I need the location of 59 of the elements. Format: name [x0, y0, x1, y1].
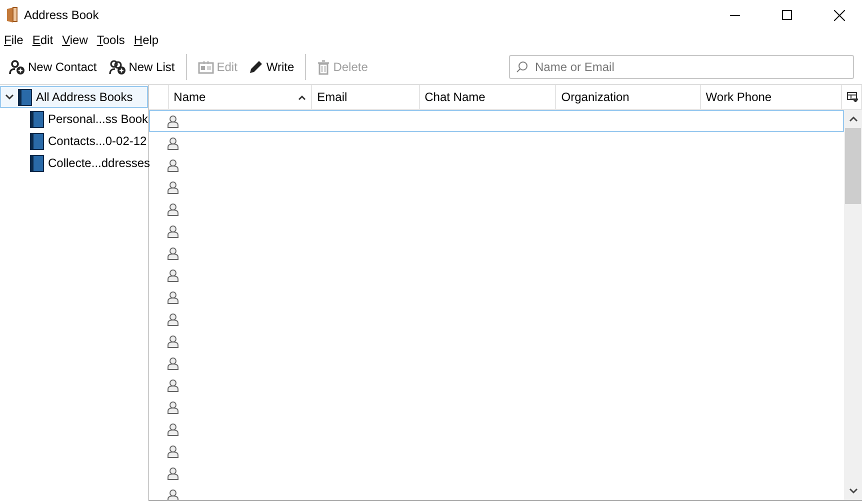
person-icon: [167, 224, 179, 238]
address-book-item[interactable]: Contacts...0-02-12: [0, 130, 148, 152]
search-field[interactable]: Name or Email: [509, 55, 854, 79]
window-title: Address Book: [24, 8, 100, 22]
person-icon: [167, 356, 179, 370]
address-book-item[interactable]: Personal...ss Book: [0, 108, 148, 130]
person-icon: [167, 158, 179, 172]
person-icon: [167, 422, 179, 436]
menu-item[interactable]: Tools: [96, 33, 125, 47]
person-icon: [167, 290, 179, 304]
scrollbar-thumb[interactable]: [845, 128, 861, 204]
pencil-icon: [249, 60, 264, 74]
book-icon: [30, 110, 44, 128]
minimize-icon[interactable]: [730, 14, 740, 16]
column-header[interactable]: Chat Name: [420, 85, 556, 109]
address-book-item[interactable]: All Address Books: [0, 86, 148, 108]
person-icon: [167, 378, 179, 392]
book-icon: [6, 7, 18, 23]
maximize-icon[interactable]: [782, 10, 792, 20]
person-icon: [167, 246, 179, 260]
menu-item[interactable]: Help: [134, 33, 159, 47]
column-header[interactable]: Email: [312, 85, 420, 109]
person-icon: [167, 312, 179, 326]
person-icon: [167, 136, 179, 150]
column-picker-icon[interactable]: [847, 92, 858, 102]
person-icon: [167, 444, 179, 458]
card-icon: [198, 60, 214, 74]
add-group-icon: [108, 60, 126, 74]
scroll-up-icon[interactable]: [848, 116, 858, 122]
search-icon: [516, 61, 528, 73]
contact-row[interactable]: [149, 110, 844, 132]
person-icon: [167, 400, 179, 414]
book-icon: [30, 132, 44, 150]
person-icon: [167, 268, 179, 282]
person-icon: [167, 202, 179, 216]
sort-icon: [298, 94, 306, 100]
column-header[interactable]: Name: [168, 85, 312, 109]
person-icon: [167, 466, 179, 480]
scroll-down-icon[interactable]: [848, 488, 858, 494]
book-icon: [30, 154, 44, 172]
person-icon: [167, 114, 179, 128]
scrollbar[interactable]: [844, 110, 862, 500]
address-book-item[interactable]: Collecte...ddresses: [0, 152, 148, 174]
toolbar-button[interactable]: New List: [104, 56, 180, 78]
person-icon: [167, 488, 179, 500]
chevron-icon[interactable]: [5, 94, 14, 100]
menu-item[interactable]: File: [4, 33, 24, 47]
close-icon[interactable]: [834, 10, 844, 20]
person-icon: [167, 180, 179, 194]
column-header[interactable]: Organization: [556, 85, 701, 109]
menu-item[interactable]: Edit: [32, 33, 54, 47]
add-person-icon: [9, 60, 25, 74]
trash-icon: [317, 60, 330, 74]
column-header[interactable]: Work Phone: [700, 85, 842, 109]
book-icon: [18, 88, 32, 106]
toolbar-button[interactable]: New Contact: [4, 56, 102, 78]
person-icon: [167, 334, 179, 348]
toolbar-button[interactable]: Write: [244, 57, 300, 77]
menu-item[interactable]: View: [62, 33, 88, 47]
